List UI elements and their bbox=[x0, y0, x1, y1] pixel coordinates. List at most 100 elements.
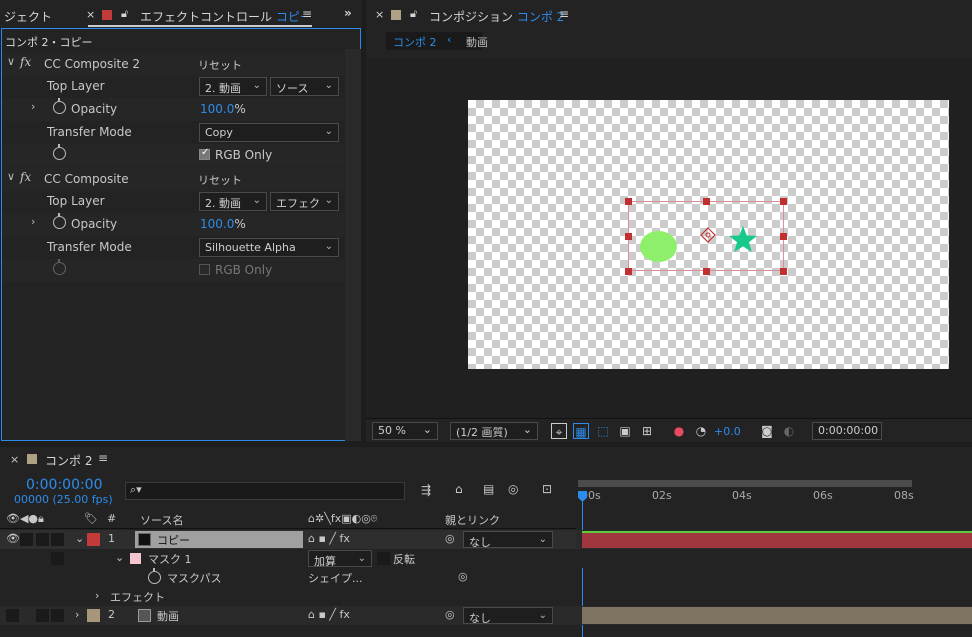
effect-header-row[interactable]: ∨ fx CC Composite 2 リセット bbox=[2, 53, 344, 76]
project-tab[interactable]: ジェクト bbox=[4, 8, 52, 25]
chevron-right-icon[interactable]: › bbox=[95, 589, 99, 602]
effects-group-row[interactable]: › エフェクト bbox=[0, 587, 576, 606]
layer-search-input[interactable]: ⌕▾ bbox=[125, 482, 405, 500]
mask-path-row[interactable]: マスクパス シェイプ... ◎ bbox=[0, 568, 576, 587]
source-dropdown[interactable]: エフェク ⌄ bbox=[270, 192, 339, 211]
stopwatch-icon[interactable] bbox=[53, 144, 66, 160]
mask-mode-dropdown[interactable]: 加算 ⌄ bbox=[308, 550, 372, 567]
disclosure-triangle-icon[interactable]: ∨ bbox=[7, 170, 15, 183]
pick-whip-icon[interactable]: ◎ bbox=[445, 532, 455, 545]
source-dropdown[interactable]: ソース ⌄ bbox=[270, 77, 339, 96]
transform-handle[interactable] bbox=[625, 268, 632, 275]
transform-handle[interactable] bbox=[703, 198, 710, 205]
effect-controls-tab[interactable]: エフェクトコントロール コピー bbox=[140, 8, 312, 25]
transfer-mode-dropdown[interactable]: Copy ⌄ bbox=[199, 123, 339, 142]
layer-switches[interactable]: ⌂ ▪ ╱ fx bbox=[308, 532, 350, 545]
solo-toggle[interactable] bbox=[36, 609, 49, 622]
audio-toggle[interactable] bbox=[20, 533, 33, 546]
effect-controls-scrollbar[interactable] bbox=[345, 49, 361, 441]
fx-icon[interactable]: fx bbox=[20, 170, 31, 184]
mask-invert-checkbox[interactable] bbox=[377, 552, 390, 565]
opacity-value[interactable]: 100.0 bbox=[200, 217, 234, 231]
parent-dropdown[interactable]: なし ⌄ bbox=[463, 531, 553, 548]
transform-handle[interactable] bbox=[703, 268, 710, 275]
transform-handle[interactable] bbox=[780, 198, 787, 205]
layer-name[interactable]: 動画 bbox=[157, 608, 179, 624]
motion-blur-icon[interactable]: ◎ bbox=[508, 482, 518, 496]
composition-flowchart-icon[interactable]: ⇶ bbox=[421, 483, 431, 497]
panel-menu-icon[interactable]: ≡ bbox=[98, 451, 108, 465]
breadcrumb-next[interactable]: 動画 bbox=[466, 34, 488, 50]
solo-toggle[interactable] bbox=[36, 533, 49, 546]
top-layer-dropdown[interactable]: 2. 動画 ⌄ bbox=[199, 192, 267, 211]
chevron-down-icon[interactable]: ⌄ bbox=[115, 551, 124, 564]
exposure-reset-icon[interactable]: ◔ bbox=[693, 423, 709, 439]
mask-color-swatch[interactable] bbox=[130, 553, 141, 564]
snapshot-region-icon[interactable]: ⌖ bbox=[551, 423, 567, 439]
effect-header-row[interactable]: ∨ fx CC Composite リセット bbox=[2, 168, 344, 191]
layer-switches[interactable]: ⌂ ▪ ╱ fx bbox=[308, 608, 350, 621]
chevron-right-icon[interactable]: › bbox=[31, 215, 35, 228]
current-timecode[interactable]: 0:00:00:00 bbox=[26, 477, 103, 493]
zoom-dropdown[interactable]: 50 % ⌄ bbox=[372, 422, 438, 440]
chevron-right-icon[interactable]: › bbox=[31, 100, 35, 113]
pick-whip-icon[interactable]: ◎ bbox=[458, 570, 468, 583]
anchor-point-icon[interactable] bbox=[700, 227, 716, 243]
layer-duration-bar[interactable] bbox=[582, 531, 972, 548]
rgb-only-checkbox[interactable]: ✓ bbox=[199, 147, 210, 160]
composition-tab[interactable]: コンポジション コンポ 2 bbox=[429, 8, 564, 25]
panel-menu-icon[interactable]: ≡ bbox=[559, 7, 569, 21]
col-source-name[interactable]: ソース名 bbox=[140, 512, 183, 528]
resolution-dropdown[interactable]: (1/2 画質) ⌄ bbox=[450, 422, 538, 440]
reset-link[interactable]: リセット bbox=[198, 172, 242, 188]
work-area-bar[interactable] bbox=[578, 480, 912, 487]
opacity-value[interactable]: 100.0 bbox=[200, 102, 234, 116]
transform-handle[interactable] bbox=[780, 268, 787, 275]
close-icon[interactable]: × bbox=[86, 8, 95, 21]
chevron-right-icon[interactable]: › bbox=[75, 608, 79, 621]
mask-visibility-icon[interactable]: ⬚ bbox=[595, 423, 611, 439]
lock-toggle[interactable] bbox=[51, 552, 64, 565]
visibility-toggle[interactable] bbox=[6, 609, 19, 622]
fx-icon[interactable]: fx bbox=[20, 55, 31, 69]
lock-toggle[interactable] bbox=[51, 533, 64, 546]
stopwatch-icon[interactable] bbox=[53, 98, 66, 114]
overflow-chevrons-icon[interactable]: » bbox=[344, 6, 352, 20]
visibility-eye-icon[interactable]: 👁︎ bbox=[6, 532, 20, 545]
disclosure-triangle-icon[interactable]: ∨ bbox=[7, 55, 15, 68]
show-snapshot-icon[interactable]: ◐ bbox=[781, 423, 797, 439]
mask-path-value[interactable]: シェイプ... bbox=[308, 570, 363, 586]
transparency-grid-icon[interactable]: ▦ bbox=[573, 423, 589, 439]
top-layer-dropdown[interactable]: 2. 動画 ⌄ bbox=[199, 77, 267, 96]
mask-row[interactable]: ⌄ マスク 1 加算 ⌄ 反転 bbox=[0, 549, 576, 568]
transform-handle[interactable] bbox=[625, 198, 632, 205]
camera-icon[interactable]: ◙ bbox=[759, 423, 775, 439]
layer-label-color[interactable] bbox=[87, 533, 100, 546]
panel-menu-icon[interactable]: ≡ bbox=[302, 7, 312, 21]
lock-toggle[interactable] bbox=[51, 609, 64, 622]
mask-name[interactable]: マスク 1 bbox=[148, 551, 192, 567]
close-icon[interactable]: × bbox=[10, 453, 19, 466]
layer-row[interactable]: › 2 動画 ⌂ ▪ ╱ fx ◎ なし ⌄ bbox=[0, 606, 576, 625]
transform-handle[interactable] bbox=[625, 233, 632, 240]
exposure-value[interactable]: +0.0 bbox=[714, 425, 741, 438]
grid-guides-icon[interactable]: ⊞ bbox=[639, 423, 655, 439]
transfer-mode-dropdown[interactable]: Silhouette Alpha ⌄ bbox=[199, 238, 339, 257]
color-channels-icon[interactable]: ● bbox=[671, 423, 687, 439]
frame-blending-icon[interactable]: ▤ bbox=[483, 482, 494, 496]
col-parent-link[interactable]: 親とリンク bbox=[445, 512, 500, 528]
timeline-tab-name[interactable]: コンポ 2 bbox=[45, 452, 92, 469]
comp-timecode[interactable]: 0:00:00:00 bbox=[812, 422, 882, 440]
layer-row[interactable]: 👁︎ ⌄ 1 コピー ⌂ ▪ ╱ fx ◎ なし ⌄ bbox=[0, 530, 576, 549]
graph-editor-icon[interactable]: ⊡ bbox=[542, 482, 552, 496]
pick-whip-icon[interactable]: ◎ bbox=[445, 608, 455, 621]
shy-layers-icon[interactable]: ⌂ bbox=[455, 482, 463, 496]
reset-link[interactable]: リセット bbox=[198, 57, 242, 73]
parent-dropdown[interactable]: なし ⌄ bbox=[463, 607, 553, 624]
chevron-down-icon[interactable]: ⌄ bbox=[75, 532, 84, 545]
layer-duration-bar[interactable] bbox=[582, 607, 972, 624]
close-icon[interactable]: × bbox=[375, 8, 384, 21]
transform-handle[interactable] bbox=[780, 233, 787, 240]
lock-icon[interactable]: 🔓︎ bbox=[410, 7, 417, 21]
breadcrumb-active[interactable]: コンポ 2 bbox=[393, 34, 437, 50]
